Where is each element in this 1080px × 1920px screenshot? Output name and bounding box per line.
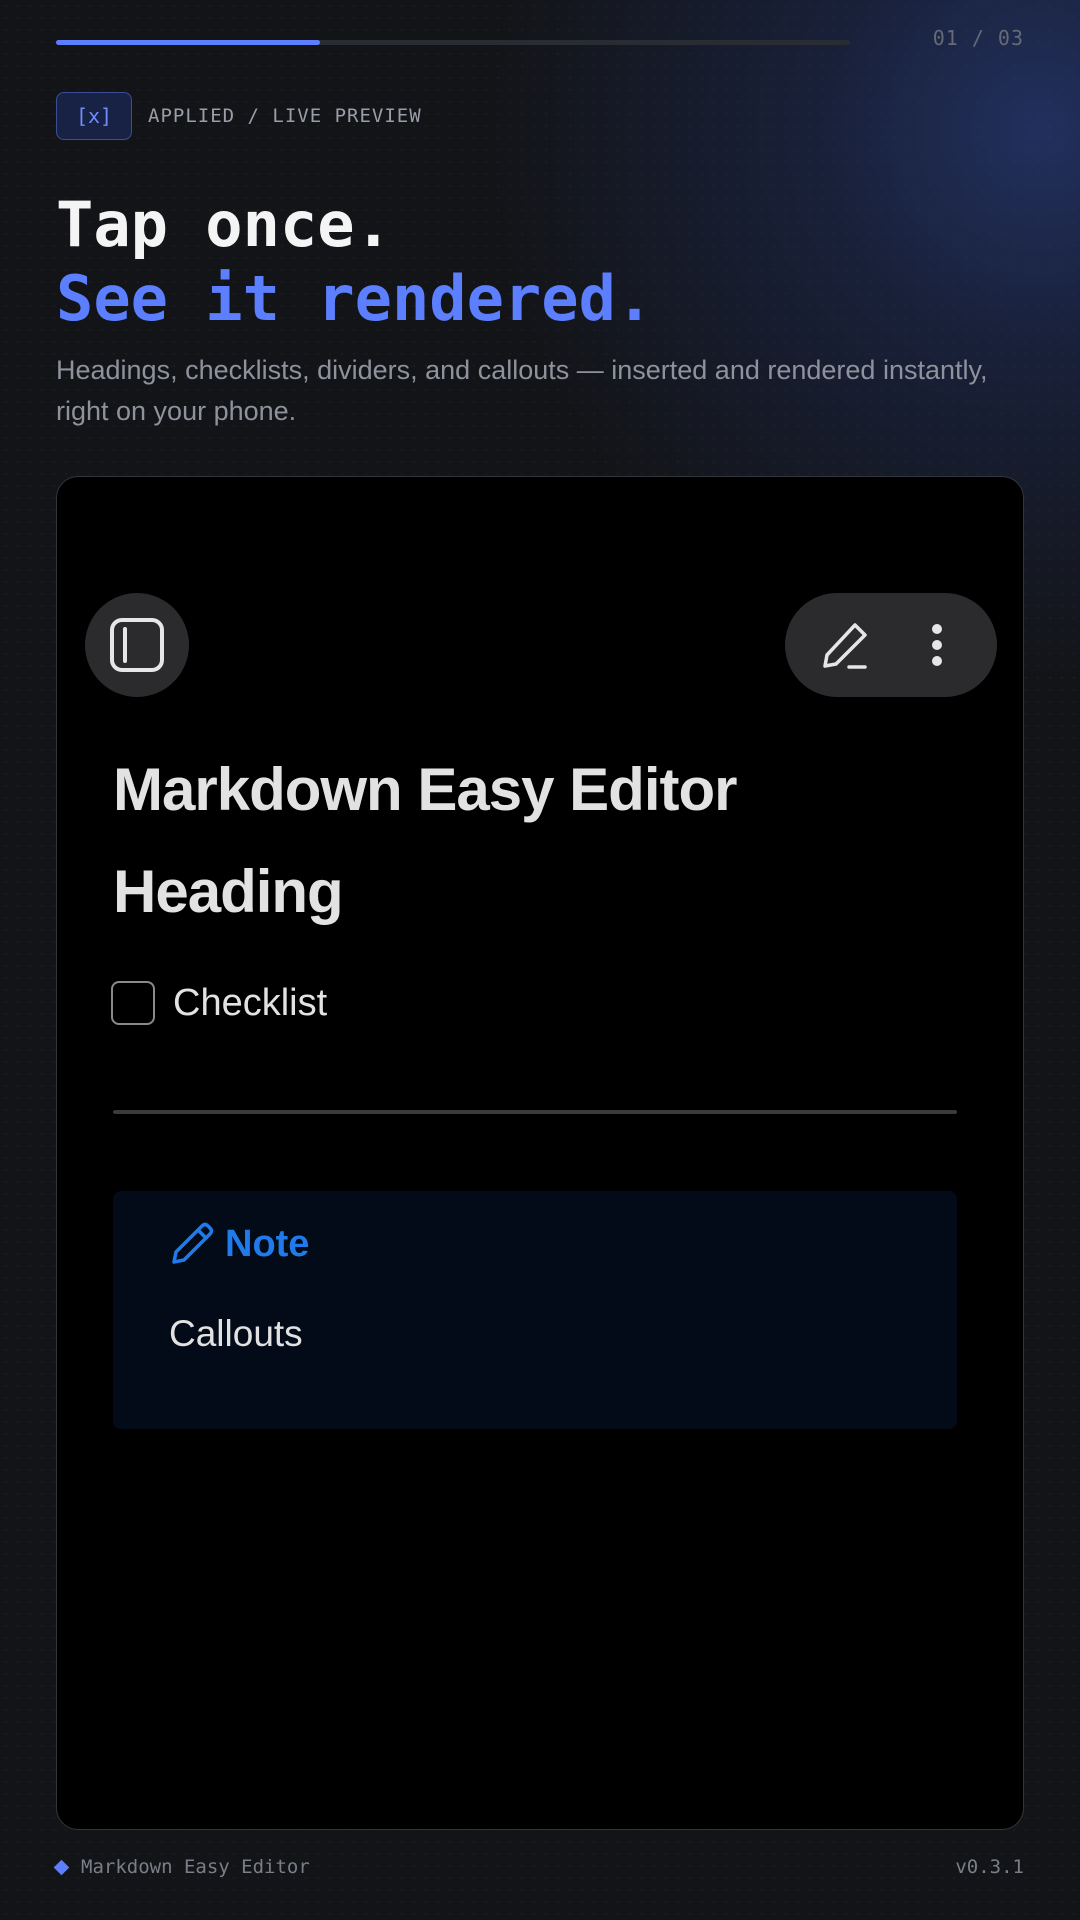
checklist-item[interactable]: Checklist	[111, 981, 327, 1025]
diamond-icon	[53, 1859, 70, 1875]
checklist-label: Checklist	[173, 981, 328, 1024]
sidebar-panel-icon	[102, 610, 172, 680]
eyebrow-label: APPLIED / LIVE PREVIEW	[148, 105, 422, 127]
headline-accent: See it rendered.	[56, 262, 654, 335]
callout-header: Note	[169, 1221, 309, 1267]
onboarding-progress-bar	[56, 40, 850, 45]
checkbox-badge: [x]	[56, 92, 132, 140]
footer-app-name: Markdown Easy Editor	[81, 1856, 310, 1878]
rendered-heading-1: Markdown Easy Editor	[113, 756, 737, 823]
more-menu-button[interactable]	[902, 610, 972, 680]
step-counter: 01 / 03	[932, 26, 1024, 50]
checklist-checkbox[interactable]	[111, 981, 155, 1025]
subtitle: Headings, checklists, dividers, and call…	[56, 355, 988, 426]
rendered-heading-2: Heading	[113, 858, 344, 925]
rendered-divider	[113, 1110, 957, 1114]
pencil-icon	[823, 623, 867, 669]
rendered-callout: Note Callouts	[113, 1191, 957, 1429]
editor-toolbar	[785, 593, 997, 697]
sidebar-toggle-button[interactable]	[85, 593, 189, 697]
headline: Tap once. See it rendered.	[56, 188, 653, 336]
more-vertical-icon	[932, 624, 942, 666]
callout-title: Note	[225, 1222, 310, 1265]
onboarding-progress-fill	[56, 40, 321, 45]
pencil-icon	[172, 1222, 214, 1264]
headline-primary: Tap once.	[56, 188, 392, 261]
phone-preview: Markdown Easy Editor Heading Checklist N…	[56, 476, 1024, 1830]
eyebrow: [x] APPLIED / LIVE PREVIEW	[56, 92, 422, 140]
callout-body: Callouts	[169, 1313, 303, 1354]
footer-brand: Markdown Easy Editor	[53, 1856, 310, 1878]
edit-button[interactable]	[810, 610, 880, 680]
footer-version: v0.3.1	[955, 1856, 1024, 1878]
